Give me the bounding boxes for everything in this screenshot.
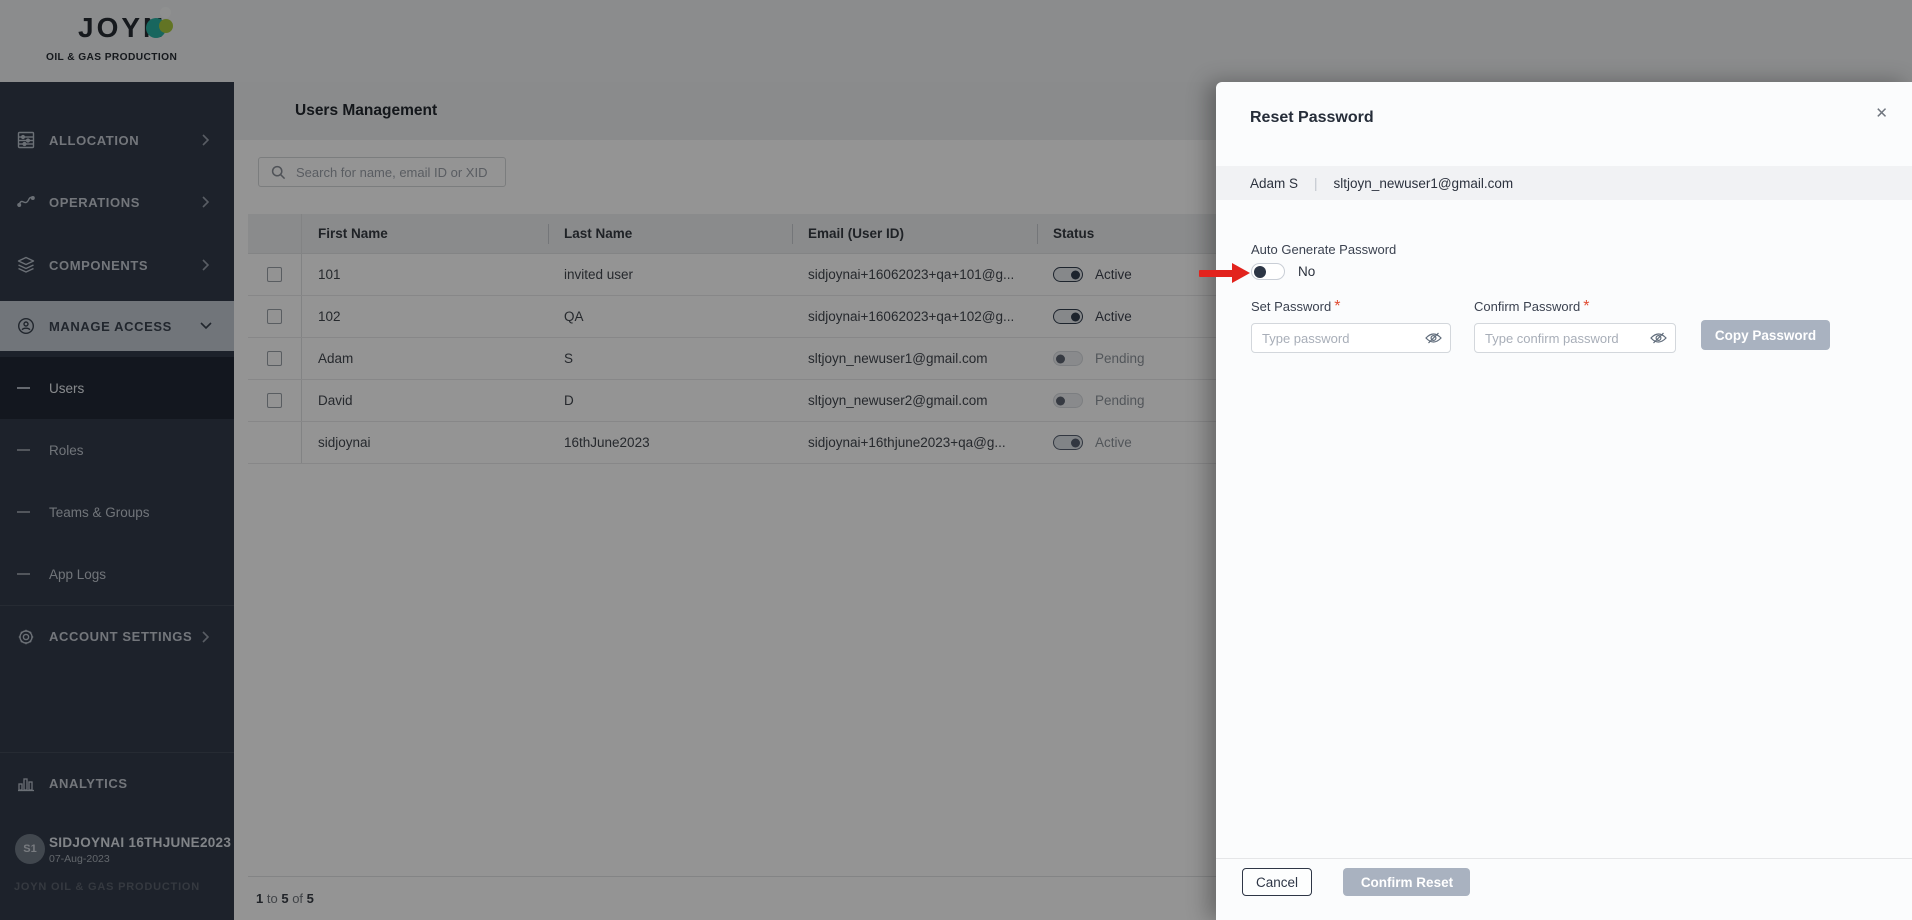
selected-user-banner: Adam S | sltjoyn_newuser1@gmail.com: [1216, 166, 1912, 200]
password-fields: Set Password* Confirm Password*: [1251, 298, 1830, 353]
arrow-head: [1232, 263, 1250, 283]
drawer-footer: Cancel Confirm Reset: [1216, 858, 1912, 920]
auto-generate-value: No: [1298, 264, 1315, 279]
confirm-password-label: Confirm Password: [1474, 299, 1580, 314]
reset-password-drawer: Reset Password ✕ Adam S | sltjoyn_newuse…: [1216, 82, 1912, 920]
app-root: JOYN OIL & GAS PRODUCTION ALLOCATION: [0, 0, 1912, 920]
annotation-arrow: [1199, 263, 1251, 283]
arrow-shaft: [1199, 270, 1233, 277]
drawer-title: Reset Password: [1250, 109, 1374, 127]
selected-user-name: Adam S: [1250, 176, 1298, 191]
auto-generate-label: Auto Generate Password: [1251, 242, 1396, 257]
selected-user-email: sltjoyn_newuser1@gmail.com: [1334, 176, 1514, 191]
set-password-field-group: Set Password*: [1251, 298, 1451, 353]
toggle-knob: [1254, 266, 1266, 278]
auto-generate-row: No: [1251, 263, 1315, 280]
auto-generate-toggle[interactable]: [1251, 263, 1285, 280]
cancel-button[interactable]: Cancel: [1242, 868, 1312, 896]
required-asterisk: *: [1583, 298, 1589, 315]
confirm-reset-button[interactable]: Confirm Reset: [1343, 868, 1470, 896]
eye-off-icon[interactable]: [1425, 332, 1442, 345]
eye-off-icon[interactable]: [1650, 332, 1667, 345]
copy-password-button[interactable]: Copy Password: [1701, 320, 1830, 350]
confirm-password-input[interactable]: [1474, 323, 1676, 353]
copy-password-wrap: Copy Password: [1701, 298, 1830, 353]
set-password-label: Set Password: [1251, 299, 1331, 314]
required-asterisk: *: [1334, 298, 1340, 315]
set-password-input[interactable]: [1251, 323, 1451, 353]
close-icon[interactable]: ✕: [1875, 106, 1888, 121]
separator: |: [1314, 176, 1318, 191]
confirm-password-field-group: Confirm Password*: [1474, 298, 1676, 353]
